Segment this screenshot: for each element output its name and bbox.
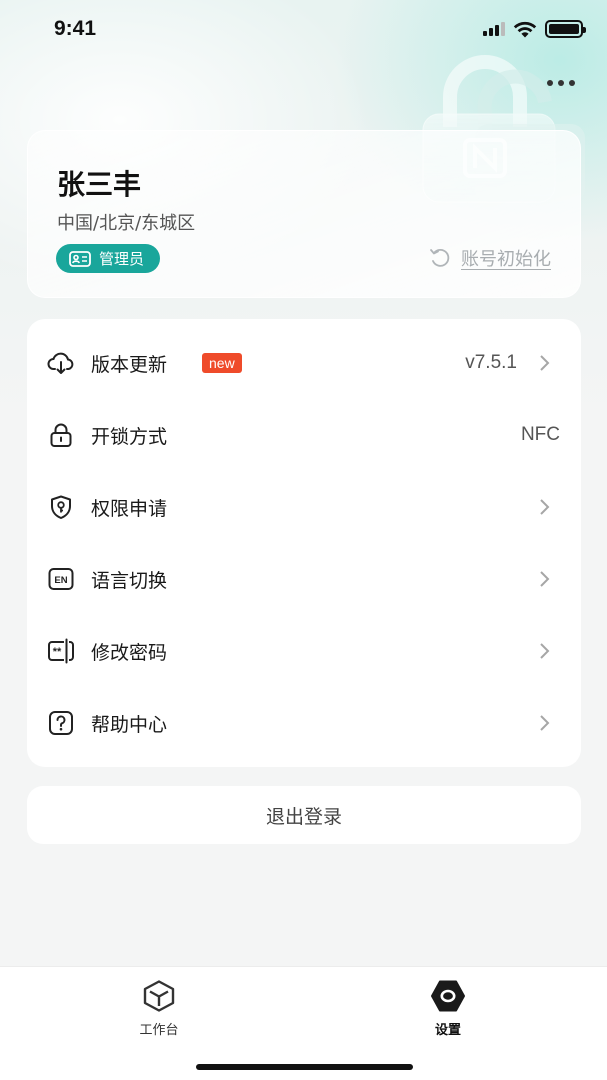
settings-item-change-password[interactable]: ** 修改密码 [27, 615, 581, 687]
chevron-right-icon [540, 571, 550, 587]
logout-button[interactable]: 退出登录 [27, 786, 581, 844]
settings-list: 版本更新 new v7.5.1 开锁方式 NFC 权限申请 EN 语言切换 **… [27, 319, 581, 767]
chevron-right-icon [540, 715, 550, 731]
settings-item-label: 修改密码 [91, 641, 168, 664]
battery-icon [545, 20, 586, 38]
workbench-icon [143, 980, 175, 1012]
settings-item-help-center[interactable]: 帮助中心 [27, 687, 581, 759]
settings-item-label: 帮助中心 [91, 713, 168, 736]
chevron-right-icon [540, 499, 550, 515]
user-name: 张三丰 [57, 168, 142, 201]
help-icon [47, 709, 75, 737]
settings-item-version-update[interactable]: 版本更新 new v7.5.1 [27, 327, 581, 399]
role-label: 管理员 [99, 250, 145, 268]
more-icon [547, 80, 553, 86]
user-location: 中国/北京/东城区 [57, 213, 196, 234]
tab-workbench[interactable]: 工作台 [109, 979, 209, 1038]
lock-icon [47, 421, 75, 449]
wifi-icon [513, 21, 537, 37]
home-indicator [196, 1064, 413, 1070]
tab-label: 设置 [434, 1023, 461, 1038]
settings-icon [431, 980, 465, 1012]
settings-item-unlock-method[interactable]: 开锁方式 NFC [27, 399, 581, 471]
account-reset-link[interactable]: 账号初始化 [429, 245, 551, 271]
tab-settings[interactable]: 设置 [398, 979, 498, 1038]
unlock-method-value: NFC [520, 424, 560, 445]
tab-label: 工作台 [139, 1023, 179, 1038]
account-reset-label: 账号初始化 [461, 249, 551, 270]
settings-item-label: 开锁方式 [91, 425, 168, 448]
tab-bar: 工作台 设置 [0, 966, 607, 1080]
password-icon: ** [47, 637, 75, 665]
language-en-icon: EN [47, 565, 75, 593]
shield-key-icon [47, 493, 75, 521]
id-card-icon [69, 250, 91, 267]
status-time: 9:41 [54, 17, 97, 40]
cloud-download-icon [47, 349, 75, 377]
status-bar: 9:41 [0, 0, 607, 60]
svg-text:EN: EN [54, 575, 67, 586]
status-icons [483, 20, 586, 38]
refresh-icon [430, 248, 450, 267]
signal-icon [483, 22, 505, 36]
chevron-right-icon [540, 355, 550, 371]
settings-item-label: 权限申请 [91, 497, 168, 520]
svg-text:**: ** [53, 646, 62, 658]
more-options-button[interactable] [547, 80, 575, 86]
chevron-right-icon [540, 643, 550, 659]
settings-item-language[interactable]: EN 语言切换 [27, 543, 581, 615]
settings-item-permission-request[interactable]: 权限申请 [27, 471, 581, 543]
profile-card: 张三丰 中国/北京/东城区 管理员 账号初始化 [27, 130, 581, 298]
settings-item-label: 语言切换 [91, 569, 168, 592]
settings-item-label: 版本更新 [91, 353, 168, 376]
new-badge: new [202, 353, 242, 373]
version-value: v7.5.1 [465, 352, 517, 373]
role-badge: 管理员 [56, 244, 161, 273]
